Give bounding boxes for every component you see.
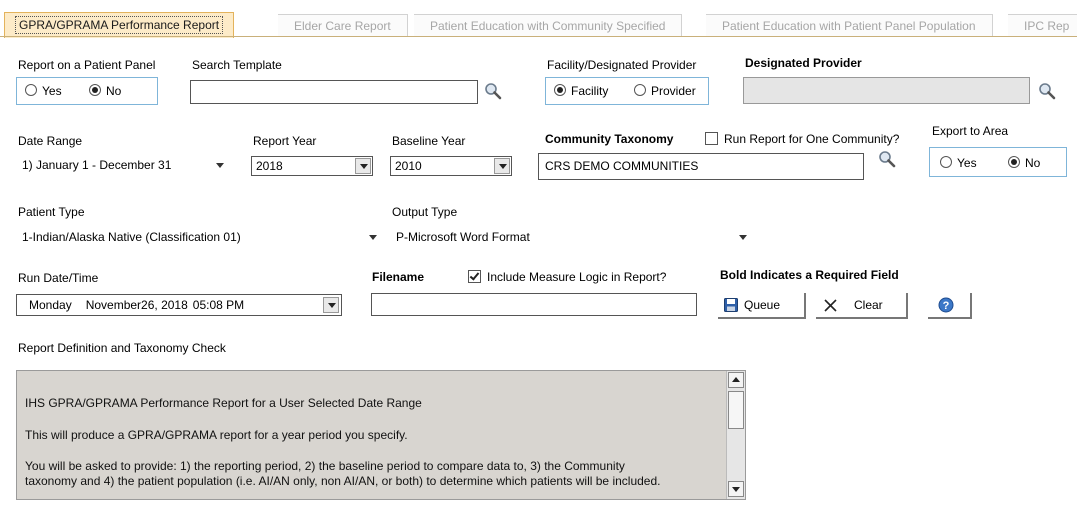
radio-circle-icon — [940, 156, 952, 168]
designated-provider-search-icon[interactable] — [1038, 82, 1056, 100]
output-type-label: Output Type — [392, 205, 458, 219]
report-year-dropdown-icon[interactable] — [355, 158, 371, 174]
close-icon — [824, 299, 837, 312]
definition-line: IHS GPRA/GPRAMA Performance Report for a… — [25, 396, 422, 410]
report-year-label: Report Year — [253, 134, 317, 148]
baseline-year-dropdown-icon[interactable] — [494, 158, 510, 174]
radio-circle-icon — [25, 84, 37, 96]
patient-panel-radio-group: Yes No — [16, 77, 158, 105]
help-button[interactable]: ? — [928, 293, 972, 319]
help-icon: ? — [938, 297, 954, 313]
community-taxonomy-input[interactable]: CRS DEMO COMMUNITIES — [538, 153, 864, 180]
provider-radio[interactable]: Provider — [634, 84, 696, 98]
queue-button[interactable]: Queue — [718, 293, 806, 319]
date-range-dropdown-icon[interactable] — [215, 160, 225, 170]
tab-divider — [0, 36, 1077, 37]
tab-patient-education-panel[interactable]: Patient Education with Patient Panel Pop… — [706, 14, 993, 37]
export-area-yes-radio[interactable]: Yes — [940, 156, 977, 170]
radio-circle-icon — [634, 84, 646, 96]
facility-provider-radio-group: Facility Provider — [545, 77, 709, 105]
patient-panel-no-radio[interactable]: No — [89, 84, 121, 98]
run-datetime-dropdown-icon[interactable] — [323, 297, 339, 313]
required-field-note: Bold Indicates a Required Field — [720, 268, 899, 282]
export-to-area-label: Export to Area — [932, 124, 1009, 138]
clear-button[interactable]: Clear — [816, 293, 908, 319]
search-template-label: Search Template — [192, 58, 282, 72]
export-area-no-radio[interactable]: No — [1008, 156, 1040, 170]
definition-line: You will be asked to provide: 1) the rep… — [25, 459, 625, 473]
svg-text:?: ? — [943, 300, 950, 312]
radio-selected-icon — [554, 84, 566, 96]
tab-strip: IPC Rep Patient Education with Patient P… — [0, 0, 1077, 38]
run-datetime-picker[interactable]: Monday November26, 2018 05:08 PM — [16, 294, 342, 316]
search-template-search-icon[interactable] — [484, 82, 502, 100]
tab-patient-education-community[interactable]: Patient Education with Community Specifi… — [414, 14, 683, 37]
tab-gpra-performance-report[interactable]: GPRA/GPRAMA Performance Report — [4, 12, 235, 38]
filename-label: Filename — [372, 270, 425, 284]
report-definition-textarea[interactable]: IHS GPRA/GPRAMA Performance Report for a… — [16, 370, 746, 500]
patient-panel-yes-radio[interactable]: Yes — [25, 84, 62, 98]
community-taxonomy-search-icon[interactable] — [878, 150, 896, 168]
radio-selected-icon — [89, 84, 101, 96]
search-template-input[interactable] — [190, 80, 478, 104]
definition-line: This will produce a GPRA/GPRAMA report f… — [25, 428, 408, 442]
output-type-select[interactable]: P-Microsoft Word Format — [392, 228, 752, 248]
run-datetime-label: Run Date/Time — [18, 271, 99, 285]
scroll-up-icon[interactable] — [728, 372, 744, 388]
patient-type-select[interactable]: 1-Indian/Alaska Native (Classification 0… — [18, 228, 378, 248]
run-one-community-checkbox[interactable]: Run Report for One Community? — [705, 132, 899, 146]
community-taxonomy-label: Community Taxonomy — [545, 132, 674, 146]
date-range-select[interactable]: 1) January 1 - December 31 — [18, 156, 238, 176]
radio-selected-icon — [1008, 156, 1020, 168]
definition-scrollbar[interactable] — [726, 371, 745, 499]
designated-provider-label: Designated Provider — [745, 56, 862, 70]
floppy-disk-icon — [724, 298, 738, 312]
filename-input[interactable] — [371, 293, 697, 316]
patient-panel-label: Report on a Patient Panel — [18, 58, 156, 72]
report-definition-label: Report Definition and Taxonomy Check — [18, 341, 226, 355]
patient-type-dropdown-icon[interactable] — [368, 232, 378, 242]
scroll-down-icon[interactable] — [728, 481, 744, 497]
date-range-label: Date Range — [18, 134, 83, 148]
baseline-year-label: Baseline Year — [392, 134, 466, 148]
export-to-area-radio-group: Yes No — [929, 147, 1067, 177]
tab-ipc-report[interactable]: IPC Rep — [1008, 14, 1077, 37]
tab-elder-care-report[interactable]: Elder Care Report — [278, 14, 408, 37]
designated-provider-input[interactable] — [743, 77, 1030, 104]
facility-radio[interactable]: Facility — [554, 84, 608, 98]
definition-line: taxonomy and 4) the patient population (… — [25, 474, 661, 488]
output-type-dropdown-icon[interactable] — [738, 232, 748, 242]
checkbox-unchecked-icon — [705, 132, 718, 145]
include-measure-logic-checkbox[interactable]: Include Measure Logic in Report? — [468, 270, 666, 284]
checkbox-checked-icon — [468, 270, 481, 283]
facility-provider-label: Facility/Designated Provider — [547, 58, 697, 72]
scroll-thumb[interactable] — [728, 391, 744, 429]
patient-type-label: Patient Type — [18, 205, 85, 219]
